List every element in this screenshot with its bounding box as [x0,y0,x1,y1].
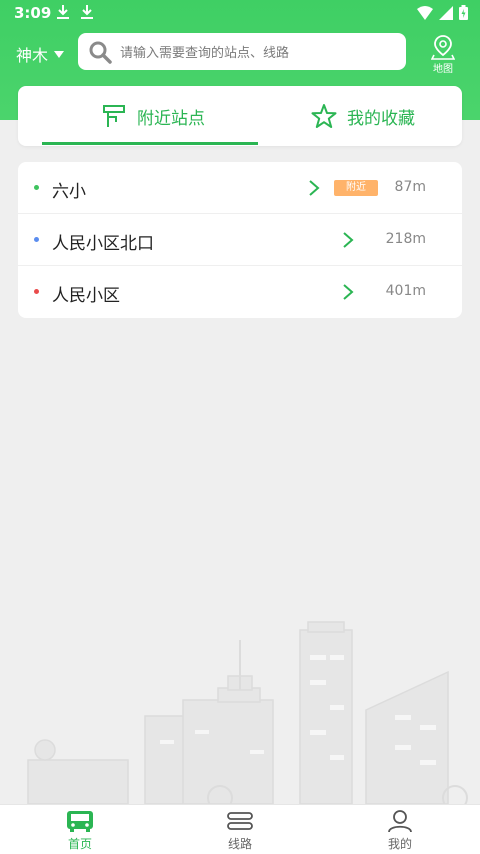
status-time: 3:09 [14,4,52,22]
list-item[interactable]: 六小 附近 87m [18,162,462,214]
map-button[interactable]: 地图 [426,34,460,75]
chevron-down-icon [54,50,65,58]
signal-icon [439,5,453,20]
active-tab-indicator [42,142,258,145]
bottom-nav: 首页 线路 我的 [0,804,480,854]
download-icon [81,5,93,19]
station-name: 人民小区北口 [52,234,154,254]
nearby-badge: 附近 [334,180,378,196]
nav-label: 线路 [227,837,252,851]
tab-label: 我的收藏 [347,108,415,129]
list-item[interactable]: 人民小区北口 218m [18,214,462,266]
search-input[interactable]: 请输入需要查询的站点、线路 [78,33,406,70]
star-icon [311,104,337,128]
chevron-right-icon [343,232,354,248]
download-icon [57,5,69,19]
wifi-icon [417,5,433,20]
status-dot [34,185,39,190]
nav-home[interactable]: 首页 [50,809,110,853]
chevron-right-icon [309,180,320,196]
list-item[interactable]: 人民小区 401m [18,266,462,318]
tabs-card: 附近站点 我的收藏 [18,86,462,146]
search-icon [89,41,112,64]
status-dot [34,289,39,294]
tab-favorites[interactable]: 我的收藏 [264,86,462,146]
nav-label: 我的 [387,837,412,851]
bus-icon [67,811,93,832]
tab-label: 附近站点 [137,108,205,129]
battery-icon [459,5,468,20]
city-selector[interactable]: 神木 [16,42,65,66]
station-distance: 401m [385,283,426,299]
station-distance: 87m [394,179,426,195]
status-bar: 3:09 [0,0,480,26]
city-label: 神木 [16,46,49,65]
city-skyline-illustration [27,621,468,804]
station-name: 人民小区 [52,286,120,306]
user-icon [388,810,412,833]
bus-stop-icon [103,105,125,127]
nav-profile[interactable]: 我的 [370,809,430,853]
station-distance: 218m [385,231,426,247]
tab-nearby-stations[interactable]: 附近站点 [42,86,264,146]
map-label: 地图 [433,64,453,75]
search-placeholder: 请输入需要查询的站点、线路 [120,46,290,61]
chevron-right-icon [343,284,354,300]
station-list: 六小 附近 87m 人民小区北口 218m 人民小区 401m [18,162,462,318]
route-icon [227,812,253,830]
nav-routes[interactable]: 线路 [210,809,270,853]
status-dot [34,237,39,242]
map-pin-icon [431,35,455,60]
nav-label: 首页 [67,837,92,851]
station-name: 六小 [52,182,86,202]
